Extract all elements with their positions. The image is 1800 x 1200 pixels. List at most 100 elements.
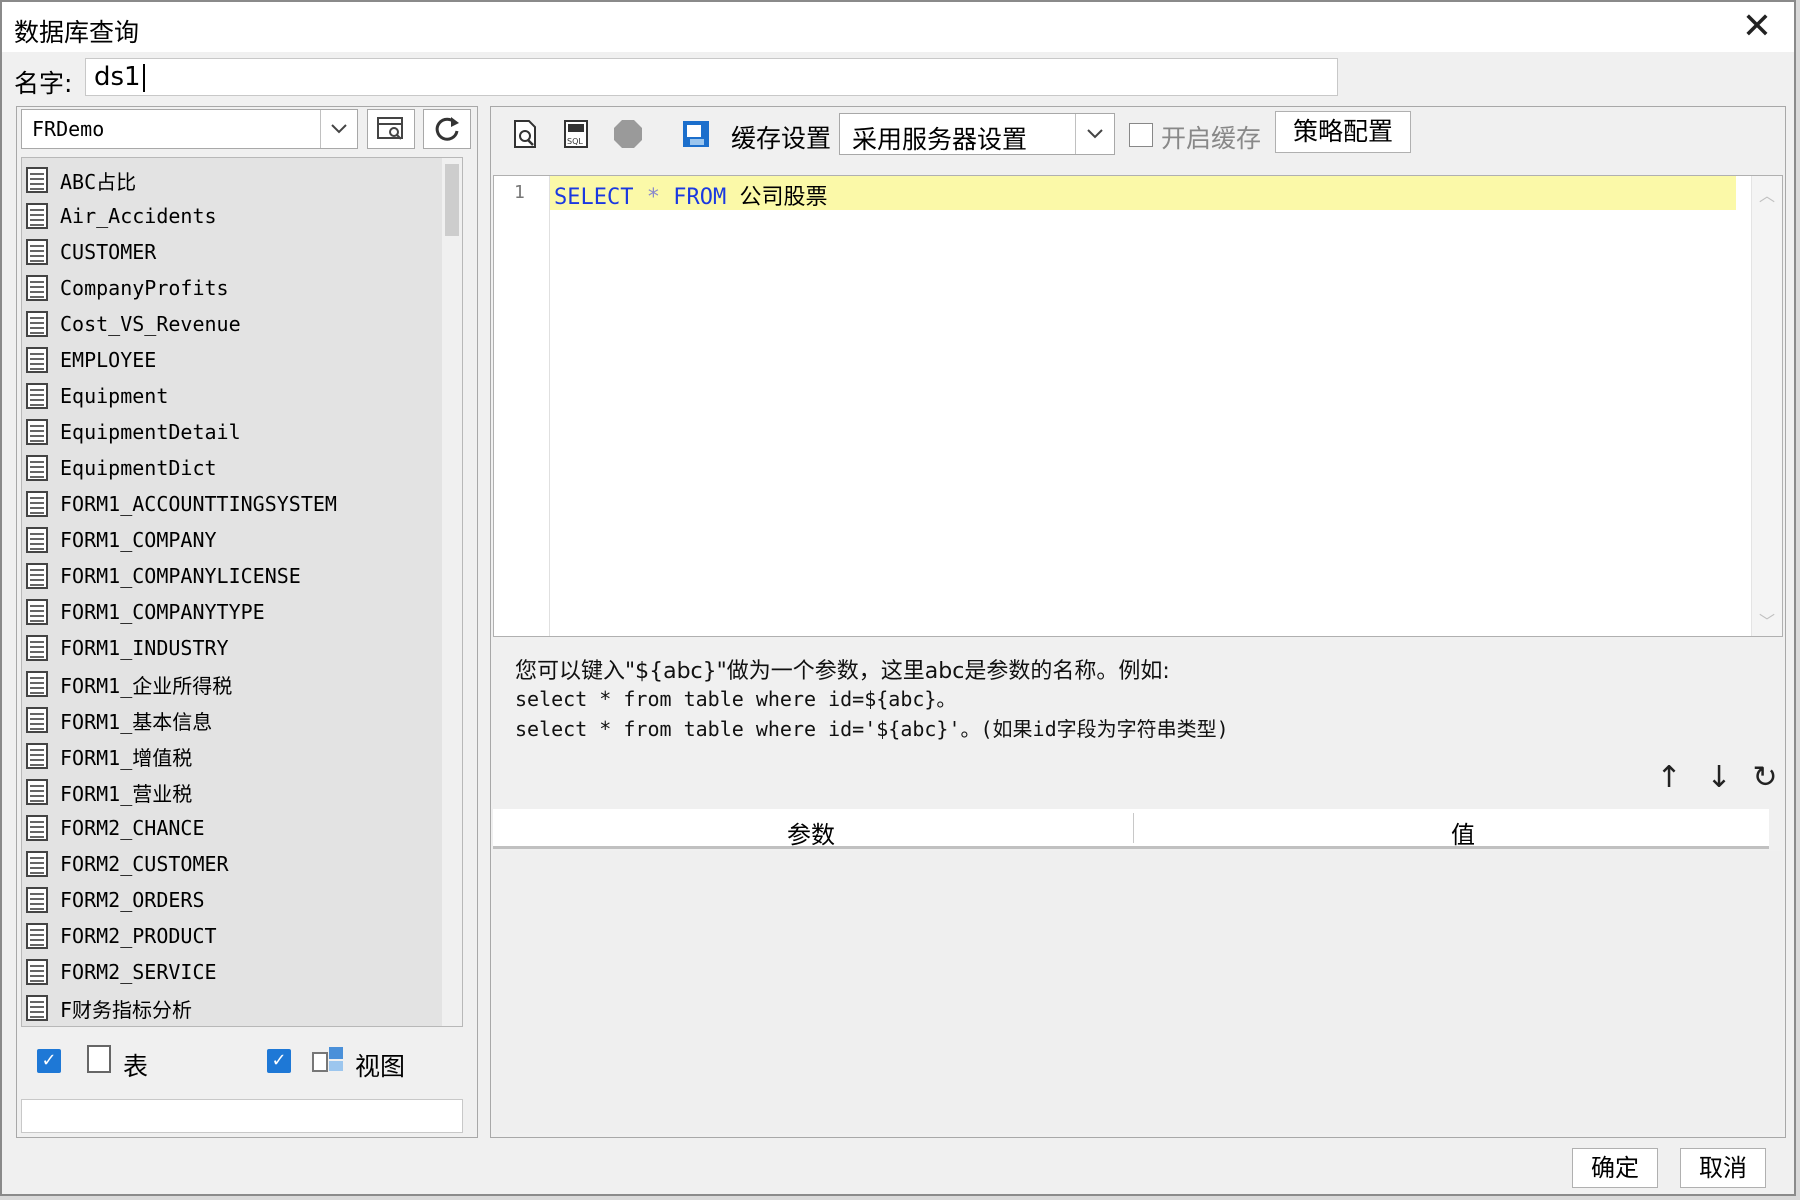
table-list-item[interactable]: EMPLOYEE bbox=[26, 342, 436, 378]
table-name: FORM1_COMPANYTYPE bbox=[60, 600, 265, 624]
enable-cache-label: 开启缓存 bbox=[1161, 124, 1262, 153]
stop-octagon-icon bbox=[614, 120, 642, 148]
table-icon bbox=[26, 239, 48, 265]
table-list-scrollbar[interactable] bbox=[442, 158, 462, 1026]
refresh-tables-button[interactable] bbox=[423, 109, 471, 149]
table-list-item[interactable]: EquipmentDict bbox=[26, 450, 436, 486]
view-checkbox[interactable]: ✓ bbox=[267, 1049, 291, 1073]
table-list-item[interactable]: ABC占比 bbox=[26, 162, 436, 198]
table-browser-panel: FRDemo ABC占比 Air_Accidents CUSTOMER Company… bbox=[16, 106, 478, 1138]
table-icon bbox=[26, 923, 48, 949]
cache-settings-label: 缓存设置 bbox=[731, 124, 832, 153]
table-icon bbox=[26, 851, 48, 877]
dialog-title: 数据库查询 bbox=[14, 18, 140, 47]
value-column-header[interactable]: 值 bbox=[1451, 815, 1475, 850]
table-icon bbox=[26, 959, 48, 985]
table-list-item[interactable]: FORM2_ORDERS bbox=[26, 882, 436, 918]
table-list-item[interactable]: FORM1_INDUSTRY bbox=[26, 630, 436, 666]
table-name: Air_Accidents bbox=[60, 204, 217, 228]
table-list-item[interactable]: FORM1_营业税 bbox=[26, 774, 436, 810]
table-icon bbox=[26, 563, 48, 589]
table-icon bbox=[26, 815, 48, 841]
table-name: F财务指标分析 bbox=[60, 997, 193, 1022]
table-list-item[interactable]: F财务指标分析 bbox=[26, 990, 436, 1026]
table-name: FORM1_INDUSTRY bbox=[60, 636, 229, 660]
datasource-select[interactable]: FRDemo bbox=[21, 109, 358, 149]
table-name: FORM2_SERVICE bbox=[60, 960, 217, 984]
table-list-item[interactable]: FORM1_增值税 bbox=[26, 738, 436, 774]
param-column-header[interactable]: 参数 bbox=[787, 815, 835, 850]
ok-button[interactable]: 确定 bbox=[1572, 1148, 1658, 1188]
chevron-down-icon[interactable] bbox=[1075, 114, 1114, 154]
strategy-config-button[interactable]: 策略配置 bbox=[1275, 111, 1411, 153]
table-list-item[interactable]: FORM1_基本信息 bbox=[26, 702, 436, 738]
stop-button[interactable] bbox=[613, 119, 643, 149]
table-name: EquipmentDict bbox=[60, 456, 217, 480]
column-divider[interactable] bbox=[1133, 813, 1134, 843]
table-list-item[interactable]: Air_Accidents bbox=[26, 198, 436, 234]
table-list[interactable]: ABC占比 Air_Accidents CUSTOMER CompanyProfits… bbox=[21, 157, 463, 1027]
svg-text:SQL: SQL bbox=[567, 137, 583, 146]
refresh-params-icon[interactable]: ↻ bbox=[1747, 759, 1783, 795]
cache-icon bbox=[683, 121, 709, 147]
table-list-item[interactable]: FORM1_ACCOUNTTINGSYSTEM bbox=[26, 486, 436, 522]
param-hint-line2: select * from table where id=${abc}。 bbox=[515, 687, 957, 711]
table-list-item[interactable]: FORM2_CHANCE bbox=[26, 810, 436, 846]
table-list-item[interactable]: EquipmentDetail bbox=[26, 414, 436, 450]
view-icon bbox=[312, 1047, 343, 1072]
table-name: CUSTOMER bbox=[60, 240, 157, 264]
table-name: EMPLOYEE bbox=[60, 348, 157, 372]
table-list-item[interactable]: FORM2_CUSTOMER bbox=[26, 846, 436, 882]
table-icon bbox=[26, 527, 48, 553]
save-sql-button[interactable]: SQL bbox=[561, 119, 591, 149]
table-name: FORM1_ACCOUNTTINGSYSTEM bbox=[60, 492, 337, 516]
table-list-item[interactable]: FORM2_PRODUCT bbox=[26, 918, 436, 954]
chevron-down-icon[interactable] bbox=[320, 110, 357, 148]
table-list-item[interactable]: CompanyProfits bbox=[26, 270, 436, 306]
table-name: FORM2_CHANCE bbox=[60, 816, 205, 840]
table-name: Cost_VS_Revenue bbox=[60, 312, 241, 336]
table-icon bbox=[26, 599, 48, 625]
cache-mode-value: 采用服务器设置 bbox=[852, 125, 1028, 154]
preview-data-button[interactable] bbox=[511, 119, 541, 149]
scroll-down-icon[interactable]: ﹀ bbox=[1759, 608, 1775, 632]
table-list-item[interactable]: Cost_VS_Revenue bbox=[26, 306, 436, 342]
sql-table-name: 公司股票 bbox=[726, 185, 828, 210]
param-grid-body[interactable] bbox=[493, 851, 1783, 1133]
table-filter-input[interactable] bbox=[21, 1099, 463, 1133]
table-list-item[interactable]: Equipment bbox=[26, 378, 436, 414]
cache-mode-select[interactable]: 采用服务器设置 bbox=[839, 113, 1115, 155]
table-list-item[interactable]: FORM1_企业所得税 bbox=[26, 666, 436, 702]
scrollbar-thumb[interactable] bbox=[445, 164, 459, 236]
editor-scrollbar[interactable]: ︿ ﹀ bbox=[1751, 176, 1782, 636]
name-input[interactable]: ds1 bbox=[85, 58, 1338, 96]
table-list-item[interactable]: FORM1_COMPANYLICENSE bbox=[26, 558, 436, 594]
sql-keyword-from: FROM bbox=[673, 185, 727, 210]
table-icon bbox=[26, 419, 48, 445]
close-icon[interactable]: ✕ bbox=[1742, 6, 1772, 47]
table-list-item[interactable]: FORM1_COMPANYTYPE bbox=[26, 594, 436, 630]
table-name: EquipmentDetail bbox=[60, 420, 241, 444]
table-icon bbox=[26, 383, 48, 409]
table-name: FORM1_增值税 bbox=[60, 745, 193, 770]
table-name: ABC占比 bbox=[60, 169, 137, 194]
refresh-icon bbox=[435, 117, 459, 141]
table-name: FORM2_PRODUCT bbox=[60, 924, 217, 948]
enable-cache-checkbox[interactable] bbox=[1129, 123, 1153, 147]
table-name: FORM1_COMPANYLICENSE bbox=[60, 564, 301, 588]
move-up-icon[interactable]: ↑ bbox=[1651, 759, 1687, 795]
table-list-item[interactable]: FORM1_COMPANY bbox=[26, 522, 436, 558]
cancel-button[interactable]: 取消 bbox=[1680, 1148, 1766, 1188]
table-checkbox[interactable]: ✓ bbox=[37, 1049, 61, 1073]
sql-editor[interactable]: 1 SELECT * FROM 公司股票 ︿ ﹀ bbox=[493, 175, 1783, 637]
cache-settings-button[interactable] bbox=[681, 119, 711, 149]
table-name: CompanyProfits bbox=[60, 276, 229, 300]
preview-button[interactable] bbox=[367, 109, 415, 149]
sql-text[interactable]: SELECT * FROM 公司股票 bbox=[554, 179, 827, 211]
scroll-up-icon[interactable]: ︿ bbox=[1759, 182, 1775, 206]
table-list-item[interactable]: CUSTOMER bbox=[26, 234, 436, 270]
table-icon bbox=[26, 311, 48, 337]
move-down-icon[interactable]: ↓ bbox=[1701, 759, 1737, 795]
table-list-item[interactable]: FORM2_SERVICE bbox=[26, 954, 436, 990]
table-icon bbox=[26, 887, 48, 913]
